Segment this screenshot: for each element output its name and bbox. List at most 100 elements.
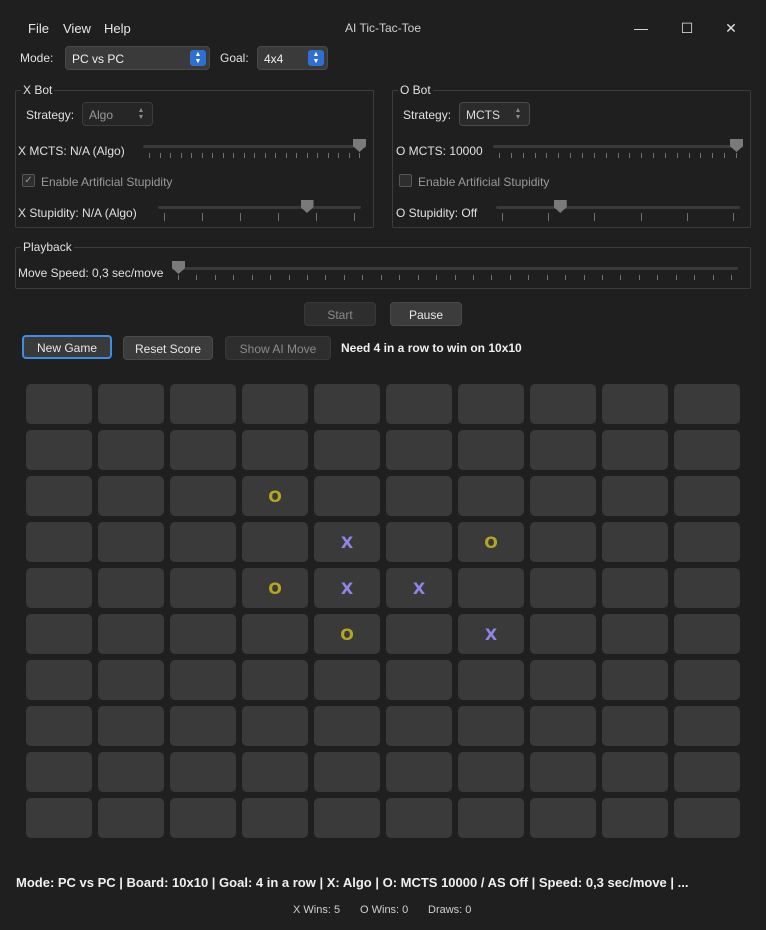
board-cell[interactable] <box>26 476 92 516</box>
board-cell[interactable] <box>674 430 740 470</box>
x-stupidity-slider[interactable] <box>158 200 361 224</box>
speed-slider[interactable] <box>172 261 738 285</box>
board-cell[interactable] <box>674 568 740 608</box>
board-cell[interactable] <box>602 476 668 516</box>
board-cell[interactable] <box>386 752 452 792</box>
new-game-button[interactable]: New Game <box>22 335 112 359</box>
board-cell[interactable] <box>314 384 380 424</box>
board-cell[interactable] <box>170 476 236 516</box>
board-cell[interactable] <box>602 430 668 470</box>
board-cell[interactable] <box>26 614 92 654</box>
board-cell[interactable] <box>242 798 308 838</box>
board-cell[interactable] <box>602 706 668 746</box>
board-cell[interactable] <box>530 430 596 470</box>
x-strategy-select[interactable]: Algo ▲ ▼ <box>82 102 153 126</box>
board-cell[interactable] <box>674 706 740 746</box>
board-cell[interactable] <box>170 522 236 562</box>
board-cell[interactable] <box>98 430 164 470</box>
board-cell[interactable] <box>530 522 596 562</box>
board-cell[interactable] <box>602 798 668 838</box>
slider-handle[interactable] <box>730 139 743 152</box>
board-cell[interactable] <box>26 522 92 562</box>
minimize-button[interactable]: — <box>627 14 655 42</box>
board-cell[interactable]: X <box>314 568 380 608</box>
board-cell[interactable] <box>458 476 524 516</box>
board-cell[interactable] <box>458 798 524 838</box>
board-cell[interactable] <box>242 430 308 470</box>
board-cell[interactable] <box>98 522 164 562</box>
o-stupidity-slider[interactable] <box>496 200 740 224</box>
x-mcts-slider[interactable] <box>143 139 366 163</box>
board-cell[interactable] <box>530 614 596 654</box>
board-cell[interactable] <box>242 752 308 792</box>
board-cell[interactable] <box>98 706 164 746</box>
board-cell[interactable] <box>602 614 668 654</box>
board-cell[interactable] <box>98 660 164 700</box>
board-cell[interactable] <box>674 798 740 838</box>
board-cell[interactable] <box>386 660 452 700</box>
board-cell[interactable] <box>674 614 740 654</box>
board-cell[interactable] <box>314 430 380 470</box>
board-cell[interactable] <box>242 706 308 746</box>
board-cell[interactable] <box>26 660 92 700</box>
board-cell[interactable]: O <box>458 522 524 562</box>
board-cell[interactable] <box>242 614 308 654</box>
board-cell[interactable] <box>26 798 92 838</box>
board-cell[interactable]: X <box>314 522 380 562</box>
board-cell[interactable] <box>314 706 380 746</box>
board-cell[interactable]: O <box>314 614 380 654</box>
board-cell[interactable] <box>98 568 164 608</box>
board-cell[interactable] <box>314 752 380 792</box>
board-cell[interactable] <box>98 798 164 838</box>
board-cell[interactable] <box>674 752 740 792</box>
board-cell[interactable]: O <box>242 568 308 608</box>
o-strategy-select[interactable]: MCTS ▲ ▼ <box>459 102 530 126</box>
board-cell[interactable] <box>170 660 236 700</box>
board-cell[interactable] <box>458 752 524 792</box>
board-cell[interactable] <box>386 798 452 838</box>
pause-button[interactable]: Pause <box>390 302 462 326</box>
board-cell[interactable] <box>386 614 452 654</box>
board-cell[interactable] <box>170 614 236 654</box>
board-cell[interactable] <box>458 430 524 470</box>
board-cell[interactable] <box>386 384 452 424</box>
board-cell[interactable] <box>242 522 308 562</box>
slider-handle[interactable] <box>172 261 185 274</box>
board-cell[interactable] <box>170 798 236 838</box>
board-cell[interactable] <box>674 660 740 700</box>
board-cell[interactable] <box>674 384 740 424</box>
x-stupidity-checkbox[interactable]: ✓ <box>22 174 35 187</box>
show-ai-move-button[interactable]: Show AI Move <box>225 336 331 360</box>
board-cell[interactable] <box>674 476 740 516</box>
board-cell[interactable] <box>530 798 596 838</box>
board-cell[interactable] <box>530 384 596 424</box>
board-cell[interactable] <box>170 384 236 424</box>
maximize-button[interactable]: ☐ <box>673 14 701 42</box>
board-cell[interactable] <box>170 568 236 608</box>
board-cell[interactable]: O <box>242 476 308 516</box>
board-cell[interactable] <box>98 752 164 792</box>
start-button[interactable]: Start <box>304 302 376 326</box>
board-cell[interactable] <box>602 752 668 792</box>
board-cell[interactable] <box>386 430 452 470</box>
board-cell[interactable] <box>530 706 596 746</box>
board-cell[interactable] <box>674 522 740 562</box>
board-cell[interactable] <box>530 752 596 792</box>
slider-handle[interactable] <box>553 200 567 213</box>
board-cell[interactable] <box>314 798 380 838</box>
board-cell[interactable] <box>98 476 164 516</box>
board-cell[interactable] <box>98 384 164 424</box>
board-cell[interactable] <box>170 752 236 792</box>
mode-select[interactable]: PC vs PC ▲ ▼ <box>65 46 210 70</box>
board-cell[interactable]: X <box>458 614 524 654</box>
o-stupidity-checkbox[interactable] <box>399 174 412 187</box>
board-cell[interactable] <box>314 660 380 700</box>
board-cell[interactable] <box>26 384 92 424</box>
board-cell[interactable] <box>170 430 236 470</box>
board-cell[interactable] <box>458 660 524 700</box>
board-cell[interactable] <box>458 706 524 746</box>
close-button[interactable]: ✕ <box>717 14 745 42</box>
board-cell[interactable] <box>602 522 668 562</box>
board-cell[interactable]: X <box>386 568 452 608</box>
board-cell[interactable] <box>386 706 452 746</box>
